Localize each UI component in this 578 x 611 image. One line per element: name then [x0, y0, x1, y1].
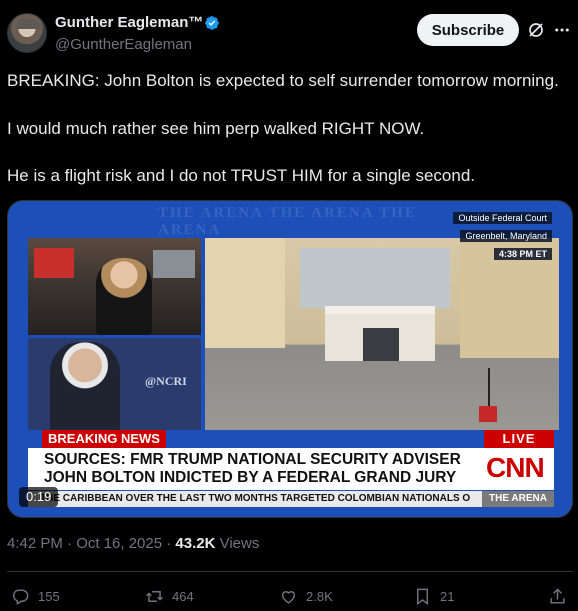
live-badge: LIVE [484, 430, 554, 448]
grok-icon[interactable] [527, 21, 545, 39]
share-button[interactable] [548, 586, 575, 606]
like-count: 2.8K [306, 588, 333, 604]
repost-count: 464 [172, 588, 194, 604]
breaking-news-label: BREAKING NEWS [42, 430, 166, 448]
bookmark-icon [417, 588, 428, 605]
avatar[interactable] [7, 13, 47, 53]
video-player[interactable]: THE ARENA THE ARENA THE ARENA @NCRI Outs… [7, 200, 573, 518]
author-name[interactable]: Gunther Eagleman™ [55, 14, 203, 31]
post-text-line: I would much rather see him perp walked … [7, 119, 425, 138]
reply-icon [12, 588, 29, 605]
news-ticker: THE CARIBBEAN OVER THE LAST TWO MONTHS T… [28, 491, 554, 507]
reply-button[interactable]: 155 [11, 586, 60, 606]
location-overlay: Outside Federal Court Greenbelt, Marylan… [453, 208, 552, 262]
views-label: Views [215, 535, 260, 552]
chyron-headline: SOURCES: FMR TRUMP NATIONAL SECURITY ADV… [28, 448, 554, 490]
video-duration: 0:19 [19, 487, 59, 507]
chyron-line: JOHN BOLTON INDICTED BY A FEDERAL GRAND … [44, 469, 457, 486]
share-icon [550, 587, 565, 604]
location-line: Outside Federal Court [453, 212, 552, 224]
cnn-logo: CNN [486, 452, 545, 483]
repost-button[interactable]: 464 [145, 586, 194, 606]
show-name: THE ARENA [482, 491, 554, 507]
subscribe-button[interactable]: Subscribe [417, 14, 519, 46]
inset-logo: @NCRI [145, 374, 187, 388]
bookmark-count: 21 [440, 588, 455, 604]
divider [7, 571, 573, 572]
post-meta: 4:42 PM · Oct 16, 2025 · 43.2K Views [7, 535, 259, 552]
repost-icon [146, 590, 163, 602]
heart-icon [281, 590, 296, 604]
bookmark-button[interactable]: 21 [413, 586, 454, 606]
post-text-line: BREAKING: John Bolton is expected to sel… [7, 71, 559, 90]
like-button[interactable]: 2.8K [279, 586, 333, 606]
video-main-shot [205, 238, 559, 430]
views-count: 43.2K [175, 535, 216, 552]
author-handle[interactable]: @GuntherEagleman [55, 36, 192, 53]
video-inset-anchor [28, 238, 201, 335]
reply-count: 155 [38, 588, 60, 604]
location-time: 4:38 PM ET [493, 248, 552, 260]
post-timestamp[interactable]: 4:42 PM · Oct 16, 2025 · [7, 535, 175, 552]
video-inset-bolton: @NCRI [28, 338, 201, 430]
post-text-line: He is a flight risk and I do not TRUST H… [7, 166, 476, 185]
chyron-line: SOURCES: FMR TRUMP NATIONAL SECURITY ADV… [44, 451, 461, 468]
post-header: Gunther Eagleman™ @GuntherEagleman Subsc… [0, 0, 578, 64]
more-options-icon[interactable] [552, 21, 572, 39]
location-line: Greenbelt, Maryland [460, 230, 552, 242]
verified-badge-icon [205, 16, 219, 30]
